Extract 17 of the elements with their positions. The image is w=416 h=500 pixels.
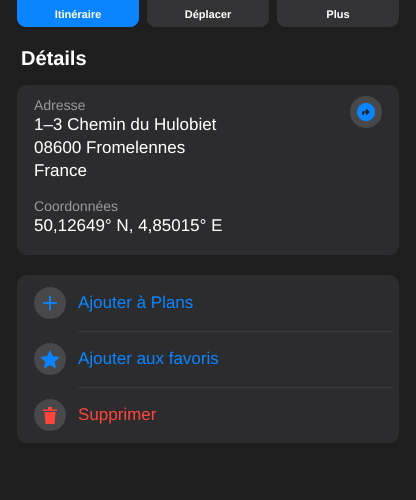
action-button[interactable]: Plus — [277, 0, 399, 27]
action-button[interactable]: Déplacer — [147, 0, 269, 27]
field-label: Adresse — [34, 97, 86, 113]
plus-icon — [42, 295, 58, 311]
directions-button[interactable] — [350, 96, 382, 128]
action-row[interactable]: Ajouter à Plans — [17, 275, 399, 331]
coordinates-value: 50,12649° N, 4,85015° E — [34, 215, 222, 237]
address-line: France — [34, 160, 87, 182]
action-row[interactable]: Supprimer — [17, 387, 399, 443]
action-button[interactable]: Itinéraire — [17, 0, 139, 27]
address-line: 08600 Fromelennes — [34, 137, 186, 159]
section-title: Détails — [21, 48, 88, 72]
star-icon — [40, 350, 60, 368]
address-line: 1–3 Chemin du Hulobiet — [34, 114, 216, 136]
action-row[interactable]: Ajouter aux favoris — [17, 331, 399, 387]
field-label: Coordonnées — [34, 198, 118, 214]
trash-icon — [43, 406, 57, 424]
